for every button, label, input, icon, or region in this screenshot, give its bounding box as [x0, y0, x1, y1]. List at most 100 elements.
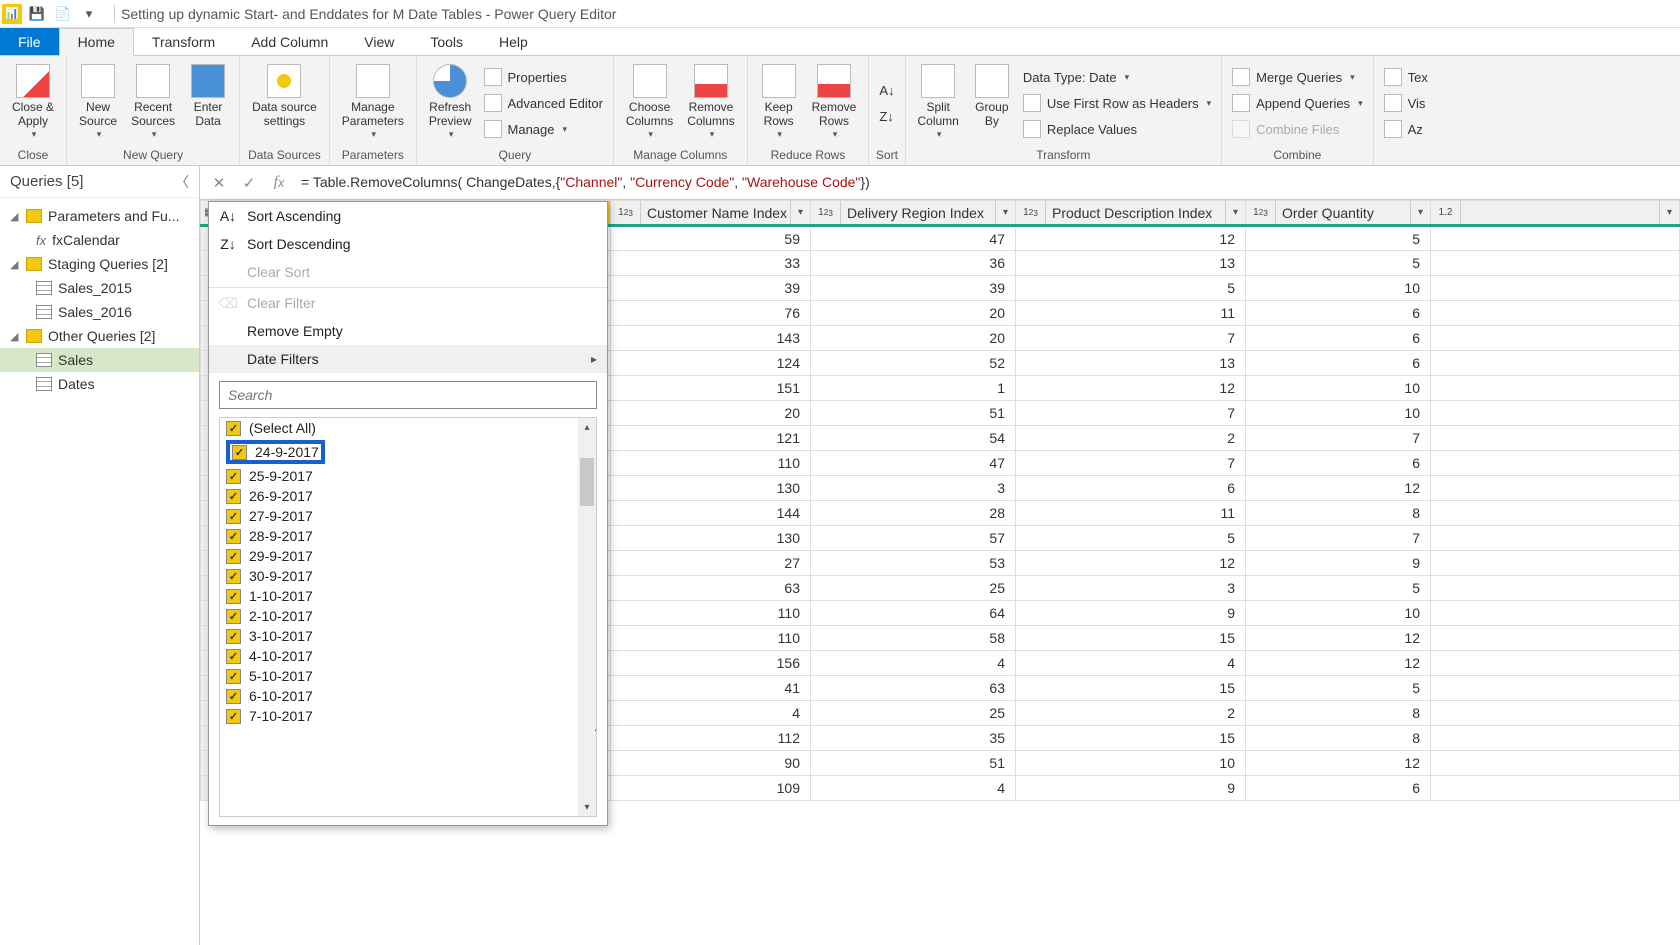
text-analytics-button[interactable]: Tex	[1380, 64, 1432, 90]
checkbox-icon[interactable]: ✓	[226, 669, 241, 684]
advanced-editor-button[interactable]: Advanced Editor	[480, 90, 607, 116]
remove-rows-button[interactable]: Remove Rows	[806, 60, 863, 146]
filter-value-item[interactable]: ✓1-10-2017	[222, 586, 576, 606]
type-icon[interactable]: 123	[1246, 201, 1276, 224]
filter-search-input[interactable]	[219, 381, 597, 409]
query-item[interactable]: fxfxCalendar	[0, 228, 199, 252]
tab-file[interactable]: File	[0, 28, 59, 55]
filter-value-item[interactable]: ✓4-10-2017	[222, 646, 576, 666]
filter-value-item[interactable]: ✓7-10-2017	[222, 706, 576, 726]
refresh-preview-button[interactable]: Refresh Preview	[423, 60, 478, 146]
sort-ascending-item[interactable]: A↓Sort Ascending	[209, 202, 607, 230]
sort-asc-button[interactable]: A↓	[875, 77, 898, 103]
commit-formula-icon[interactable]: ✓	[234, 169, 264, 197]
column-header-qty[interactable]: 123Order Quantity▾	[1246, 201, 1431, 226]
manage-button[interactable]: Manage	[480, 116, 607, 142]
fx-icon[interactable]: fx	[264, 169, 294, 197]
checkbox-icon[interactable]: ✓	[226, 489, 241, 504]
tab-add-column[interactable]: Add Column	[233, 28, 346, 55]
filter-dropdown-icon[interactable]: ▾	[1659, 201, 1679, 224]
undo-icon[interactable]: 📄	[52, 3, 74, 25]
query-group[interactable]: ◢Other Queries [2]	[0, 324, 199, 348]
remove-columns-button[interactable]: Remove Columns	[681, 60, 740, 146]
scroll-down-icon[interactable]: ▾	[578, 798, 596, 816]
filter-value-item[interactable]: ✓2-10-2017	[222, 606, 576, 626]
checkbox-icon[interactable]: ✓	[226, 569, 241, 584]
group-by-button[interactable]: Group By	[967, 60, 1017, 146]
recent-sources-button[interactable]: Recent Sources	[125, 60, 181, 146]
type-icon[interactable]: 1.2	[1431, 201, 1461, 224]
scroll-up-icon[interactable]: ▴	[578, 418, 596, 436]
manage-parameters-button[interactable]: Manage Parameters	[336, 60, 410, 146]
checkbox-icon[interactable]: ✓	[226, 689, 241, 704]
combine-files-button[interactable]: Combine Files	[1228, 116, 1366, 142]
query-item[interactable]: Dates	[0, 372, 199, 396]
replace-values-button[interactable]: Replace Values	[1019, 116, 1215, 142]
checkbox-icon[interactable]: ✓	[226, 529, 241, 544]
query-item[interactable]: Sales_2016	[0, 300, 199, 324]
append-queries-button[interactable]: Append Queries	[1228, 90, 1366, 116]
filter-values-list[interactable]: ✓(Select All)✓24-9-2017✓25-9-2017✓26-9-2…	[219, 417, 597, 817]
merge-queries-button[interactable]: Merge Queries	[1228, 64, 1366, 90]
checkbox-icon[interactable]: ✓	[226, 549, 241, 564]
close-apply-button[interactable]: Close & Apply	[6, 60, 60, 146]
type-icon[interactable]: 123	[1016, 201, 1046, 224]
column-header-cust[interactable]: 123Customer Name Index▾	[611, 201, 811, 226]
sort-desc-button[interactable]: Z↓	[875, 103, 898, 129]
choose-columns-button[interactable]: Choose Columns	[620, 60, 679, 146]
checkbox-icon[interactable]: ✓	[226, 509, 241, 524]
filter-value-item[interactable]: ✓28-9-2017	[222, 526, 576, 546]
properties-button[interactable]: Properties	[480, 64, 607, 90]
filter-value-item[interactable]: ✓(Select All)	[222, 418, 576, 438]
filter-scrollbar[interactable]: ▴ ▾	[578, 418, 596, 816]
checkbox-icon[interactable]: ✓	[226, 609, 241, 624]
filter-dropdown-icon[interactable]: ▾	[995, 201, 1015, 224]
filter-value-item[interactable]: ✓29-9-2017	[222, 546, 576, 566]
tab-view[interactable]: View	[346, 28, 412, 55]
checkbox-icon[interactable]: ✓	[226, 469, 241, 484]
vision-button[interactable]: Vis	[1380, 90, 1432, 116]
tab-home[interactable]: Home	[59, 28, 134, 56]
checkbox-icon[interactable]: ✓	[226, 649, 241, 664]
filter-value-item[interactable]: ✓25-9-2017	[222, 466, 576, 486]
split-column-button[interactable]: Split Column	[912, 60, 965, 146]
checkbox-icon[interactable]: ✓	[226, 709, 241, 724]
save-icon[interactable]: 💾	[26, 3, 48, 25]
filter-dropdown-icon[interactable]: ▾	[1410, 201, 1430, 224]
filter-value-item[interactable]: ✓26-9-2017	[222, 486, 576, 506]
query-item[interactable]: Sales	[0, 348, 199, 372]
data-type-button[interactable]: Data Type: Date	[1019, 64, 1215, 90]
checkbox-icon[interactable]: ✓	[226, 589, 241, 604]
tab-transform[interactable]: Transform	[134, 28, 233, 55]
tab-help[interactable]: Help	[481, 28, 546, 55]
date-filters-item[interactable]: Date Filters▸	[209, 345, 607, 373]
query-item[interactable]: Sales_2015	[0, 276, 199, 300]
first-row-headers-button[interactable]: Use First Row as Headers	[1019, 90, 1215, 116]
sort-descending-item[interactable]: Z↓Sort Descending	[209, 230, 607, 258]
remove-empty-item[interactable]: Remove Empty	[209, 317, 607, 345]
filter-value-item[interactable]: ✓30-9-2017	[222, 566, 576, 586]
data-source-settings-button[interactable]: Data source settings	[246, 60, 323, 146]
checkbox-icon[interactable]: ✓	[232, 445, 247, 460]
query-group[interactable]: ◢Staging Queries [2]	[0, 252, 199, 276]
type-icon[interactable]: 123	[611, 201, 641, 224]
formula-text[interactable]: = Table.RemoveColumns( ChangeDates,{"Cha…	[294, 169, 1676, 196]
type-icon[interactable]: 123	[811, 201, 841, 224]
cancel-formula-icon[interactable]: ✕	[204, 169, 234, 197]
query-group[interactable]: ◢Parameters and Fu...	[0, 204, 199, 228]
enter-data-button[interactable]: Enter Data	[183, 60, 233, 146]
filter-value-item[interactable]: ✓5-10-2017	[222, 666, 576, 686]
azure-ml-button[interactable]: Az	[1380, 116, 1432, 142]
column-header-prod[interactable]: 123Product Description Index▾	[1016, 201, 1246, 226]
filter-value-item[interactable]: ✓27-9-2017	[222, 506, 576, 526]
filter-dropdown-icon[interactable]: ▾	[1225, 201, 1245, 224]
column-header-next[interactable]: 1.2 ▾	[1431, 201, 1680, 226]
filter-value-item[interactable]: ✓3-10-2017	[222, 626, 576, 646]
qat-dropdown-icon[interactable]: ▾	[78, 3, 100, 25]
scroll-thumb[interactable]	[580, 458, 594, 506]
new-source-button[interactable]: New Source	[73, 60, 123, 146]
collapse-pane-icon[interactable]: 〈	[175, 172, 189, 192]
column-header-deliv[interactable]: 123Delivery Region Index▾	[811, 201, 1016, 226]
filter-value-item[interactable]: ✓24-9-2017	[222, 438, 576, 466]
tab-tools[interactable]: Tools	[412, 28, 481, 55]
